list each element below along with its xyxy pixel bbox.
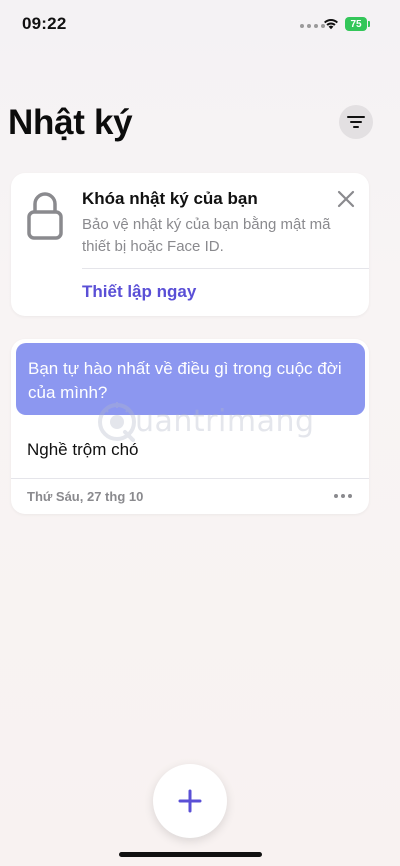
home-indicator[interactable]	[119, 852, 262, 857]
battery-level: 75	[350, 18, 362, 30]
lock-card-title: Khóa nhật ký của bạn	[82, 189, 258, 208]
close-button[interactable]	[336, 189, 356, 209]
page-title: Nhật ký	[8, 103, 133, 142]
entry-divider	[11, 478, 369, 479]
filter-button[interactable]	[339, 105, 373, 139]
battery-tip	[368, 21, 370, 27]
journal-entry-card[interactable]: Bạn tự hào nhất về điều gì trong cuộc đờ…	[11, 339, 369, 514]
filter-lines-icon	[347, 116, 365, 128]
status-bar: 09:22 75	[0, 0, 400, 50]
lock-card-description: Bảo vệ nhật ký của bạn bằng mật mã thiết…	[82, 216, 331, 255]
status-time: 09:22	[22, 14, 67, 33]
lock-journal-card: Khóa nhật ký của bạn Bảo vệ nhật ký của …	[11, 173, 369, 316]
close-icon	[337, 190, 355, 208]
entry-date: Thứ Sáu, 27 thg 10	[27, 489, 144, 504]
add-entry-button[interactable]	[153, 764, 227, 838]
lock-card-divider	[82, 268, 369, 269]
plus-icon	[178, 789, 202, 813]
setup-now-link[interactable]: Thiết lập ngay	[82, 282, 196, 302]
entry-prompt: Bạn tự hào nhất về điều gì trong cuộc đờ…	[16, 343, 365, 415]
battery-indicator: 75	[345, 17, 367, 31]
entry-body-text: Nghề trộm chó	[27, 440, 139, 459]
lock-icon	[27, 192, 63, 240]
more-dots-icon	[334, 494, 338, 498]
entry-more-button[interactable]	[331, 487, 355, 505]
wifi-icon	[324, 19, 338, 30]
